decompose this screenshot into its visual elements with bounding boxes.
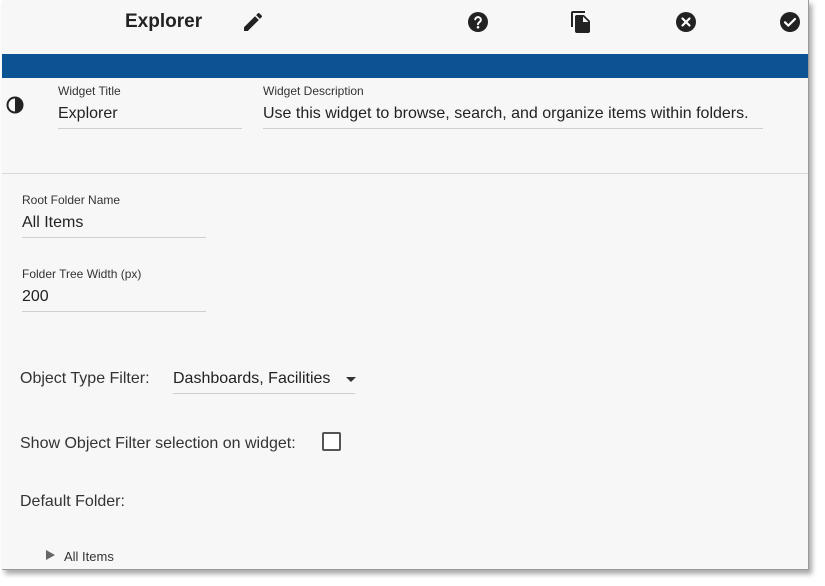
widget-description-underline bbox=[263, 128, 763, 129]
widget-title-label: Widget Title bbox=[58, 84, 121, 98]
widget-description-label: Widget Description bbox=[263, 84, 364, 98]
object-type-filter-value: Dashboards, Facilities bbox=[173, 370, 331, 387]
tree-width-underline bbox=[22, 311, 206, 312]
tree-width-label: Folder Tree Width (px) bbox=[22, 267, 142, 281]
close-icon[interactable] bbox=[674, 10, 698, 34]
contrast-icon[interactable] bbox=[5, 95, 25, 115]
help-icon[interactable] bbox=[466, 10, 490, 34]
copy-icon[interactable] bbox=[569, 10, 593, 34]
tree-width-input[interactable]: 200 bbox=[22, 288, 49, 306]
root-folder-label: Root Folder Name bbox=[22, 193, 121, 207]
window-title: Explorer bbox=[125, 11, 203, 32]
show-filter-label: Show Object Filter selection on widget: bbox=[20, 435, 296, 452]
accent-bar bbox=[2, 54, 808, 78]
widget-title-input[interactable]: Explorer bbox=[58, 105, 118, 123]
object-type-filter-underline bbox=[173, 393, 355, 394]
widget-description-input[interactable]: Use this widget to browse, search, and o… bbox=[263, 105, 749, 123]
root-folder-underline bbox=[22, 237, 206, 238]
tree-item[interactable]: All Items bbox=[46, 546, 166, 566]
edit-icon[interactable] bbox=[241, 10, 265, 34]
show-filter-checkbox[interactable] bbox=[322, 432, 341, 451]
object-type-filter-select[interactable]: Dashboards, Facilities bbox=[173, 366, 356, 394]
object-type-filter-label: Object Type Filter: bbox=[20, 370, 150, 387]
default-folder-label: Default Folder: bbox=[20, 493, 125, 510]
widget-title-underline bbox=[58, 128, 242, 129]
chevron-down-icon bbox=[346, 377, 356, 382]
root-folder-input[interactable]: All Items bbox=[22, 214, 83, 232]
widget-info-section: Widget Title Explorer Widget Description… bbox=[2, 78, 808, 174]
widget-settings-window: Explorer Widget Title Explorer Widget De… bbox=[2, 0, 809, 570]
tree-item-label: All Items bbox=[64, 549, 114, 564]
check-icon[interactable] bbox=[778, 10, 802, 34]
expand-arrow-icon[interactable] bbox=[46, 550, 55, 560]
title-bar: Explorer bbox=[2, 0, 808, 54]
